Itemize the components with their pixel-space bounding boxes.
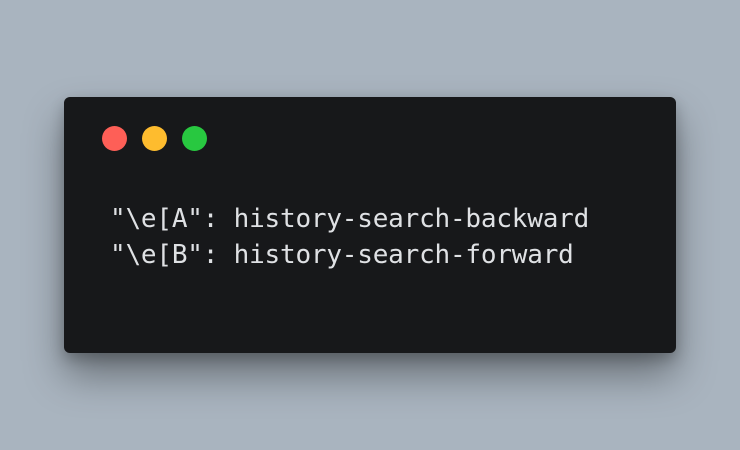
close-icon[interactable] bbox=[102, 126, 127, 151]
minimize-icon[interactable] bbox=[142, 126, 167, 151]
code-block: "\e[A": history-search-backward "\e[B": h… bbox=[110, 201, 589, 273]
code-window: "\e[A": history-search-backward "\e[B": h… bbox=[64, 97, 676, 353]
maximize-icon[interactable] bbox=[182, 126, 207, 151]
code-line: "\e[B": history-search-forward bbox=[110, 240, 574, 270]
window-controls bbox=[102, 126, 207, 151]
code-line: "\e[A": history-search-backward bbox=[110, 204, 590, 234]
